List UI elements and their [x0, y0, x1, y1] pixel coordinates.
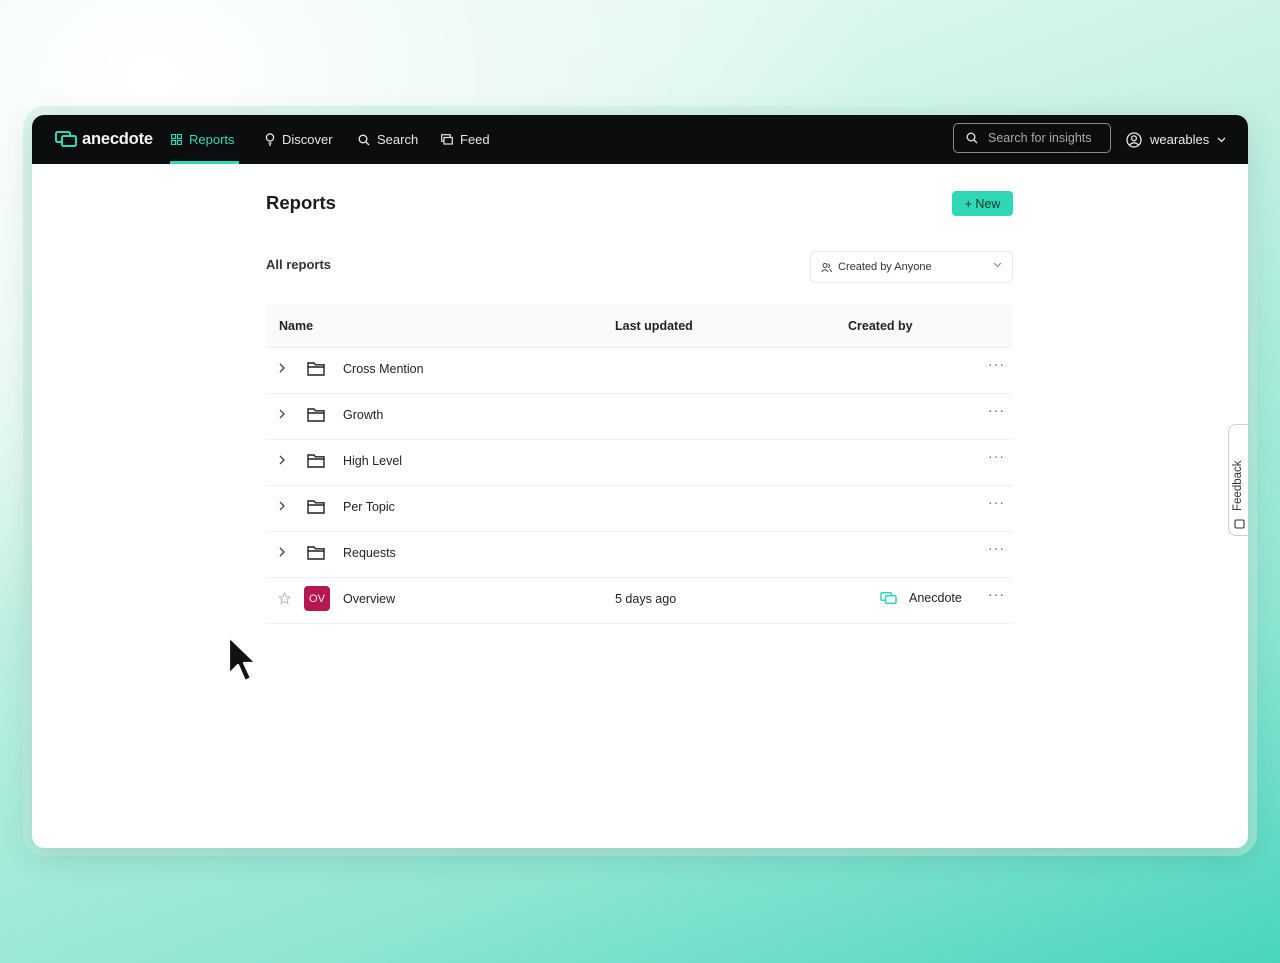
insights-search-box[interactable]	[953, 123, 1111, 153]
feed-icon	[441, 134, 453, 145]
row-created-by: Anecdote	[880, 591, 962, 605]
folder-icon	[307, 408, 325, 422]
chevron-down-icon	[993, 262, 1002, 268]
section-label: All reports	[266, 257, 332, 272]
insights-search-input[interactable]	[986, 130, 1110, 146]
row-name[interactable]: Overview	[343, 592, 395, 606]
column-header-name[interactable]: Name	[279, 319, 313, 333]
feedback-tab[interactable]: Feedback	[1228, 424, 1248, 536]
more-options-icon[interactable]: ···	[988, 448, 1005, 464]
more-options-icon[interactable]: ···	[988, 494, 1005, 510]
column-header-last-updated[interactable]: Last updated	[615, 319, 693, 333]
chevron-right-icon[interactable]	[278, 501, 286, 511]
search-icon	[966, 132, 978, 144]
logo-text: anecdote	[82, 129, 153, 148]
column-header-created-by[interactable]: Created by	[848, 319, 913, 333]
chevron-right-icon[interactable]	[278, 547, 286, 557]
page-title: Reports	[266, 192, 336, 213]
table-row[interactable]: Growth ···	[266, 393, 1012, 440]
table-row[interactable]: High Level ···	[266, 439, 1012, 486]
more-options-icon[interactable]: ···	[988, 356, 1005, 372]
chevron-down-icon	[1217, 137, 1226, 142]
active-tab-indicator	[170, 161, 239, 164]
anecdote-logo-icon	[55, 131, 77, 147]
reports-icon	[171, 134, 182, 145]
row-name[interactable]: Cross Mention	[343, 362, 424, 376]
table-header: Name Last updated Created by	[266, 305, 1012, 348]
workspace-switcher[interactable]: wearables	[1126, 115, 1226, 164]
creator-name: Anecdote	[909, 591, 962, 605]
new-report-button[interactable]: + New	[952, 191, 1013, 216]
nav-reports[interactable]: Reports	[171, 115, 235, 164]
table-row[interactable]: Cross Mention ···	[266, 347, 1012, 394]
nav-search[interactable]: Search	[358, 115, 418, 164]
nav-feed[interactable]: Feed	[441, 115, 490, 164]
table-row[interactable]: Per Topic ···	[266, 485, 1012, 532]
folder-icon	[307, 546, 325, 560]
chevron-right-icon[interactable]	[278, 363, 286, 373]
chat-icon	[1234, 519, 1245, 529]
more-options-icon[interactable]: ···	[988, 402, 1005, 418]
row-name[interactable]: Requests	[343, 546, 396, 560]
nav-search-label: Search	[377, 132, 419, 147]
user-circle-icon	[1126, 131, 1142, 148]
table-row[interactable]: Requests ···	[266, 531, 1012, 578]
anecdote-logo-icon	[880, 592, 897, 604]
row-name[interactable]: Growth	[343, 408, 383, 422]
star-icon[interactable]	[278, 592, 291, 605]
table-row[interactable]: OV Overview 5 days ago Anecdote ···	[266, 577, 1012, 624]
more-options-icon[interactable]: ···	[988, 586, 1005, 602]
folder-icon	[307, 362, 325, 376]
users-icon	[821, 262, 832, 272]
nav-discover[interactable]: Discover	[265, 115, 333, 164]
top-navbar: anecdote Reports Discover Search Feed Se…	[32, 115, 1248, 164]
search-icon	[358, 134, 370, 145]
filter-label: Created by Anyone	[838, 261, 932, 273]
row-name[interactable]: Per Topic	[343, 500, 395, 514]
created-by-filter[interactable]: Created by Anyone	[810, 251, 1013, 283]
anecdote-logo[interactable]: anecdote	[55, 127, 153, 151]
row-name[interactable]: High Level	[343, 454, 402, 468]
folder-icon	[307, 454, 325, 468]
folder-icon	[307, 500, 325, 514]
chevron-right-icon[interactable]	[278, 409, 286, 419]
chevron-right-icon[interactable]	[278, 455, 286, 465]
row-last-updated: 5 days ago	[615, 592, 677, 606]
more-options-icon[interactable]: ···	[988, 540, 1005, 556]
report-badge: OV	[304, 586, 330, 611]
app-window: anecdote Reports Discover Search Feed Se…	[32, 115, 1248, 848]
nav-reports-label: Reports	[189, 132, 235, 147]
workspace-name: wearables	[1150, 132, 1210, 147]
nav-discover-label: Discover	[282, 132, 333, 147]
lightbulb-icon	[265, 133, 275, 146]
nav-feed-label: Feed	[460, 132, 490, 147]
mouse-cursor-icon	[227, 635, 258, 683]
feedback-label: Feedback	[1232, 460, 1244, 511]
